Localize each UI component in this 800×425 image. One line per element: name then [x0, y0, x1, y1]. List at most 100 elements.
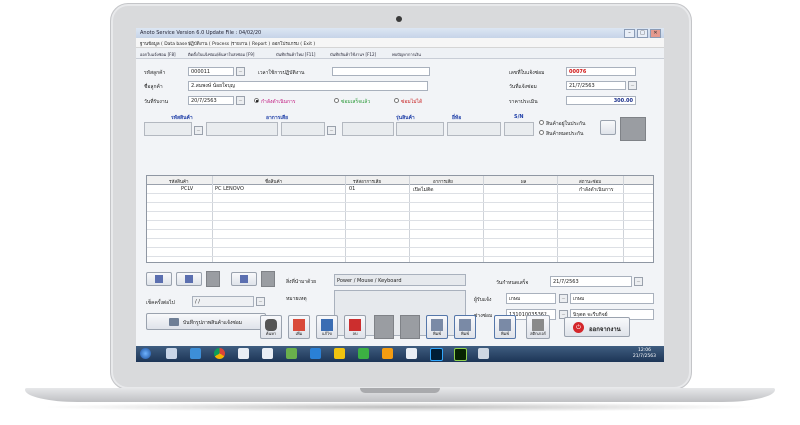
app-icon[interactable]: [334, 348, 345, 359]
row-name[interactable]: PC LENOVO: [215, 186, 244, 192]
row-delete-button[interactable]: [231, 272, 257, 286]
customer-lookup-button[interactable]: …: [236, 67, 245, 76]
row-status[interactable]: กำลังดำเนินการ: [579, 186, 613, 194]
warranty-out-radio[interactable]: [539, 130, 544, 135]
dreamweaver-icon[interactable]: [454, 348, 467, 361]
notify-date-field[interactable]: 21/7/2563: [566, 81, 626, 90]
menu-report[interactable]: รายงาน ( Report ): [232, 40, 270, 47]
customer-name-label: ชื่อลูกค้า: [144, 84, 163, 90]
entry-header-sn: S/N: [514, 114, 524, 120]
photoshop-icon[interactable]: [430, 348, 443, 361]
finish-date-picker[interactable]: …: [634, 277, 643, 286]
entry-brand-field[interactable]: [447, 122, 501, 136]
entry-code-lookup[interactable]: …: [194, 126, 203, 135]
search-button[interactable]: ค้นหา: [260, 315, 282, 339]
shortcut-finance[interactable]: พบปัญหาการเงิน: [392, 51, 421, 58]
status-radio-failed[interactable]: [394, 98, 399, 103]
start-button-icon[interactable]: [140, 348, 151, 359]
entry-confirm-button[interactable]: [600, 120, 616, 135]
entry-sn-field[interactable]: [504, 122, 534, 136]
price-field[interactable]: 300.00: [566, 96, 636, 105]
warranty-in-radio[interactable]: [539, 120, 544, 125]
menu-process[interactable]: ปฏิบัติงาน ( Process ): [188, 40, 232, 47]
notify-date-picker[interactable]: …: [628, 81, 637, 90]
maximize-button[interactable]: □: [637, 29, 648, 38]
delete-button[interactable]: ลบ: [344, 315, 366, 339]
entry-symptom-lookup[interactable]: …: [327, 126, 336, 135]
app-icon[interactable]: [238, 348, 249, 359]
sticker-button[interactable]: สติกเกอร์: [526, 315, 550, 339]
sticker-button-label: สติกเกอร์: [530, 331, 546, 336]
app-icon[interactable]: [286, 348, 297, 359]
entry-symptom-code-field[interactable]: [281, 122, 325, 136]
image-placeholder: [206, 271, 220, 287]
app-icon[interactable]: [262, 348, 273, 359]
power-icon: ⏻: [573, 322, 584, 333]
app-icon[interactable]: [406, 348, 417, 359]
add-button[interactable]: เพิ่ม: [288, 315, 310, 339]
ie-icon[interactable]: [190, 348, 201, 359]
receive-date-field[interactable]: 20/7/2563: [188, 96, 234, 105]
image-placeholder: [261, 271, 275, 287]
col-divider: [623, 176, 624, 262]
customer-code-field[interactable]: 000011: [188, 67, 234, 76]
contact-date-picker[interactable]: …: [256, 297, 265, 306]
entry-code-field[interactable]: [144, 122, 192, 136]
photo-button[interactable]: บันทึกรูปภาพสินค้าแจ้งซ่อม: [146, 313, 266, 330]
product-image-box: [620, 117, 646, 141]
customer-name-field[interactable]: 2.สมพงษ์ น้อยใจบุญ: [188, 81, 428, 91]
shortcut-product-use[interactable]: บันทึกสินค้าใช้งานฯ [F12]: [330, 51, 376, 58]
entry-header-brand: ยี่ห้อ: [452, 115, 462, 121]
clock-date: 21/7/2563: [632, 353, 656, 359]
menu-exit[interactable]: ออกโปรแกรม ( Exit ): [272, 40, 315, 47]
entry-name-field[interactable]: [206, 122, 278, 136]
entry-model-field[interactable]: [396, 122, 444, 136]
print-tag-button[interactable]: พิมพ์: [494, 315, 516, 339]
explorer-icon[interactable]: [166, 348, 177, 359]
row-divider: [147, 211, 653, 212]
accessory-field[interactable]: Power / Mouse / Keyboard: [334, 274, 466, 286]
entry-symptom-field[interactable]: [342, 122, 394, 136]
col-header-symptom: อาการเสีย: [433, 179, 453, 185]
receive-date-picker[interactable]: …: [236, 96, 245, 105]
accessory-label: สิ่งที่นำมาด้วย: [286, 279, 317, 285]
status-radio-processing[interactable]: [254, 98, 259, 103]
row-divider: [147, 238, 653, 239]
shortcut-repair[interactable]: ออกใบแจ้งซ่อม [F8]: [140, 51, 176, 58]
taskbar-clock: 12:06 21/7/2563: [633, 348, 656, 359]
app-screen: Anoto Service Version 6.0 Update File : …: [136, 28, 664, 362]
edit-button[interactable]: แก้ไข: [316, 315, 338, 339]
row-symptom[interactable]: เปิดไม่ติด: [413, 186, 433, 194]
teamviewer-icon[interactable]: [310, 348, 321, 359]
minimize-button[interactable]: –: [624, 29, 635, 38]
close-app-label: ออกจากงาน: [589, 326, 621, 333]
shortcut-search[interactable]: ติดตั้งใบแจ้งซ่อม/ค้นหาใบส่งซ่อม [F9]: [188, 51, 254, 58]
finish-date-field[interactable]: 21/7/2563: [550, 276, 632, 287]
close-app-button[interactable]: ⏻ ออกจากงาน: [564, 317, 630, 337]
col-header-status: สถานะซ่อม: [579, 179, 602, 185]
print-button[interactable]: พิมพ์: [426, 315, 448, 339]
finish-date-label: วันกำหนดเสร็จ: [496, 280, 529, 286]
chrome-icon[interactable]: [214, 348, 225, 359]
shortcut-new-product[interactable]: บันทึกสินค้าใหม่ [F11]: [276, 51, 315, 58]
row-edit-button[interactable]: [176, 272, 202, 286]
receiver-name-field[interactable]: เกษม: [570, 293, 654, 304]
receiver-code-field[interactable]: เกษม: [506, 293, 556, 304]
col-divider: [212, 176, 213, 262]
app-icon[interactable]: [382, 348, 393, 359]
row-code[interactable]: PCLV: [181, 186, 193, 192]
menu-database[interactable]: ฐานข้อมูล ( Data base ): [140, 40, 190, 47]
print-tag-label: พิมพ์: [501, 331, 509, 336]
status-radio-done[interactable]: [334, 98, 339, 103]
repair-no-field[interactable]: 00076: [566, 67, 636, 76]
line-icon[interactable]: [358, 348, 369, 359]
receiver-lookup[interactable]: …: [559, 294, 568, 303]
contact-date-field[interactable]: / /: [192, 296, 254, 307]
shortcut-bar: ออกใบแจ้งซ่อม [F8] ติดตั้งใบแจ้งซ่อม/ค้น…: [136, 48, 664, 59]
row-sym-code[interactable]: 01: [349, 186, 355, 192]
close-window-button[interactable]: ✕: [650, 29, 661, 38]
app-icon[interactable]: [478, 348, 489, 359]
print-receipt-button[interactable]: พิมพ์: [454, 315, 476, 339]
action-time-field[interactable]: [332, 67, 430, 76]
row-add-button[interactable]: [146, 272, 172, 286]
